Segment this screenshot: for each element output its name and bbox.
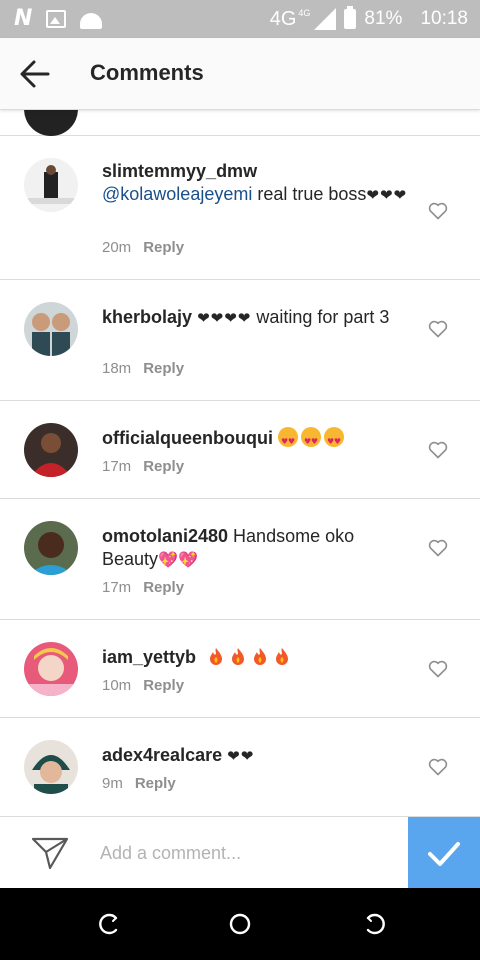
- comment-username[interactable]: slimtemmyy_dmw: [102, 161, 257, 181]
- fire-emoji: [201, 647, 289, 667]
- mention-link[interactable]: @kolawoleajeyemi: [102, 184, 252, 204]
- comment-text: slimtemmyy_dmw @kolawoleajeyemi real tru…: [102, 160, 412, 207]
- comment-text: adex4realcare ❤❤: [102, 744, 412, 768]
- heart-icon[interactable]: [428, 320, 448, 338]
- heart-eyes-emoji: [278, 427, 347, 453]
- signal-icon: [314, 8, 337, 30]
- list-item-partial: [0, 110, 480, 136]
- paper-plane-icon[interactable]: [30, 835, 70, 871]
- avatar[interactable]: [24, 302, 78, 356]
- comment-item: kherbolajy ❤❤❤❤ waiting for part 3 18m Re…: [0, 280, 480, 401]
- comment-username[interactable]: kherbolajy: [102, 307, 192, 327]
- comment-username[interactable]: adex4realcare: [102, 745, 222, 765]
- heart-icon[interactable]: [428, 441, 448, 459]
- comment-input[interactable]: [100, 835, 390, 871]
- comment-meta: 17m Reply: [102, 458, 184, 475]
- reply-button[interactable]: Reply: [143, 239, 184, 256]
- sparkle-hearts-emoji: 💖💖: [158, 550, 198, 569]
- avatar[interactable]: [24, 521, 78, 575]
- battery-percent: 81%: [364, 8, 403, 29]
- comment-text: officialqueenbouqui: [102, 427, 412, 453]
- comment-time: 18m: [102, 360, 132, 377]
- checkmark-icon: [428, 842, 460, 866]
- network-sup: 4G: [298, 7, 311, 18]
- hearts-emoji: ❤❤❤❤: [197, 309, 252, 327]
- heart-icon[interactable]: [428, 202, 448, 220]
- comment-meta: 9m Reply: [102, 775, 176, 792]
- back-icon[interactable]: [364, 912, 388, 936]
- comment-time: 9m: [102, 775, 123, 792]
- arrow-left-icon[interactable]: [18, 58, 52, 90]
- comment-time: 17m: [102, 458, 132, 475]
- comment-time: 20m: [102, 239, 132, 256]
- comment-text: omotolani2480 Handsome oko Beauty💖💖: [102, 525, 412, 571]
- battery-icon: [344, 6, 357, 29]
- network-type: 4G 4G: [269, 7, 311, 30]
- clock: 10:18: [420, 8, 468, 29]
- avatar[interactable]: [24, 642, 78, 696]
- status-bar: N 4G 4G 81% 10:18: [0, 0, 480, 38]
- reply-button[interactable]: Reply: [135, 775, 176, 792]
- recent-apps-icon[interactable]: [96, 912, 120, 936]
- comment-meta: 20m Reply: [102, 239, 184, 256]
- comment-body: real true boss: [252, 184, 367, 204]
- reply-button[interactable]: Reply: [143, 677, 184, 694]
- n-icon: N: [14, 6, 33, 31]
- hearts-emoji: ❤❤: [227, 747, 255, 765]
- avatar[interactable]: [24, 740, 78, 794]
- comment-composer: [0, 816, 480, 889]
- comments-header: Comments: [0, 38, 480, 110]
- home-icon[interactable]: [228, 912, 252, 936]
- reply-button[interactable]: Reply: [143, 458, 184, 475]
- comment-username[interactable]: omotolani2480: [102, 526, 228, 546]
- heart-icon[interactable]: [428, 758, 448, 776]
- comment-item: omotolani2480 Handsome oko Beauty💖💖 17m R…: [0, 499, 480, 620]
- comment-item: adex4realcare ❤❤ 9m Reply: [0, 718, 480, 816]
- comment-meta: 10m Reply: [102, 677, 184, 694]
- comment-item: slimtemmyy_dmw @kolawoleajeyemi real tru…: [0, 136, 480, 280]
- comment-meta: 18m Reply: [102, 360, 184, 377]
- comment-time: 17m: [102, 579, 132, 596]
- comment-username[interactable]: officialqueenbouqui: [102, 428, 273, 448]
- comment-text: iam_yettyb: [102, 646, 412, 669]
- comment-time: 10m: [102, 677, 132, 694]
- heart-icon[interactable]: [428, 660, 448, 678]
- hearts-emoji: ❤❤❤: [366, 186, 408, 204]
- comment-item: officialqueenbouqui 17m Reply: [0, 401, 480, 499]
- page-title: Comments: [90, 60, 204, 85]
- comment-text: kherbolajy ❤❤❤❤ waiting for part 3: [102, 306, 412, 330]
- avatar[interactable]: [24, 423, 78, 477]
- navigation-bar: [0, 888, 480, 960]
- post-comment-button[interactable]: [408, 817, 480, 889]
- heart-icon[interactable]: [428, 539, 448, 557]
- image-icon: [46, 10, 67, 28]
- reply-button[interactable]: Reply: [143, 579, 184, 596]
- avatar[interactable]: [24, 158, 78, 212]
- comment-item: iam_yettyb 10m Reply: [0, 620, 480, 718]
- avatar[interactable]: [24, 110, 78, 136]
- comment-body: waiting for part 3: [251, 307, 390, 327]
- reply-button[interactable]: Reply: [143, 360, 184, 377]
- android-icon: [80, 12, 103, 29]
- comment-list[interactable]: slimtemmyy_dmw @kolawoleajeyemi real tru…: [0, 110, 480, 816]
- comment-username[interactable]: iam_yettyb: [102, 647, 196, 667]
- comment-meta: 17m Reply: [102, 579, 184, 596]
